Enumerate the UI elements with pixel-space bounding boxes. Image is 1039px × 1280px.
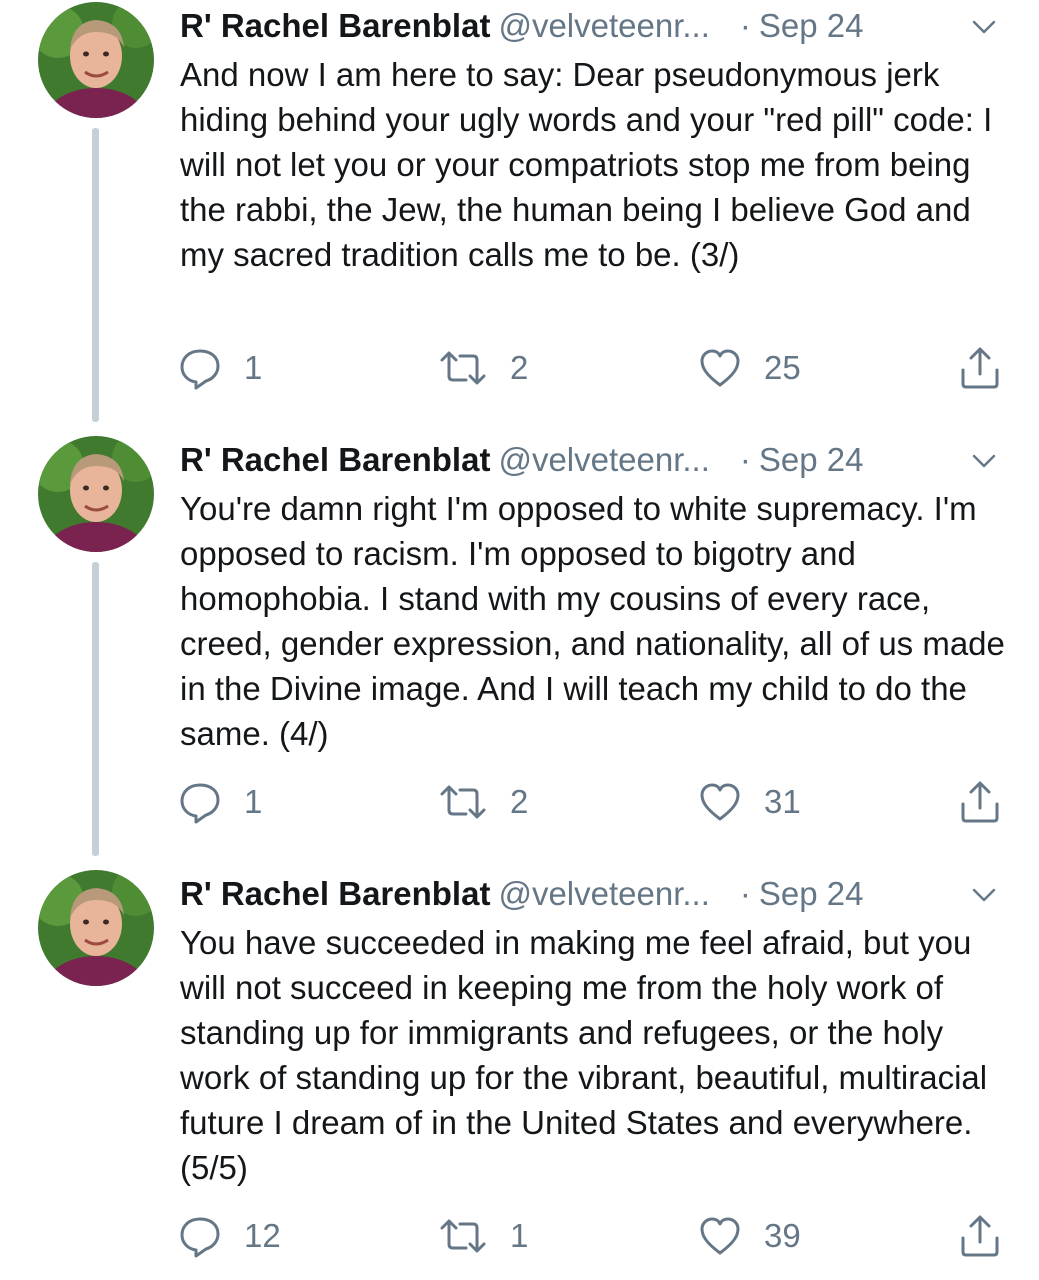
thread-line <box>92 128 99 422</box>
avatar[interactable] <box>38 436 154 552</box>
like-count: 31 <box>764 783 801 820</box>
reply-icon <box>180 783 220 824</box>
like-button[interactable]: 25 <box>698 344 801 392</box>
retweet-count: 1 <box>510 1217 529 1254</box>
separator-dot: · <box>739 441 751 478</box>
reply-count: 12 <box>244 1217 281 1254</box>
share-button[interactable] <box>958 1212 1002 1260</box>
tweet-header: R' Rachel Barenblat @velveteenr... · Sep 24 <box>180 872 1001 916</box>
heart-icon <box>700 783 740 821</box>
tweet-header: R' Rachel Barenblat @velveteenr... · Sep 24 <box>180 438 1001 482</box>
tweet-text: You're damn right I'm opposed to white s… <box>180 490 1005 752</box>
reply-button[interactable]: 12 <box>178 1212 281 1260</box>
heart-icon <box>700 1217 740 1255</box>
retweet-count: 2 <box>510 783 529 820</box>
author-handle[interactable]: @velveteenr... <box>498 441 709 478</box>
retweet-button[interactable]: 2 <box>438 778 528 826</box>
author-name[interactable]: R' Rachel Barenblat <box>180 7 490 44</box>
author-name[interactable]: R' Rachel Barenblat <box>180 875 490 912</box>
separator-dot: · <box>739 7 751 44</box>
chevron-down-icon[interactable] <box>969 446 999 476</box>
retweet-icon <box>440 1219 486 1253</box>
reply-count: 1 <box>244 349 263 386</box>
tweet[interactable]: R' Rachel Barenblat @velveteenr... · Sep 24… <box>0 434 1039 868</box>
tweet-header: R' Rachel Barenblat @velveteenr... · Sep 24 <box>180 4 1001 48</box>
avatar[interactable] <box>38 2 154 118</box>
avatar[interactable] <box>38 870 154 986</box>
like-count: 25 <box>764 349 801 386</box>
reply-button[interactable]: 1 <box>178 344 262 392</box>
share-button[interactable] <box>958 344 1002 392</box>
author-name[interactable]: R' Rachel Barenblat <box>180 441 490 478</box>
reply-button[interactable]: 1 <box>178 778 262 826</box>
share-icon <box>961 1215 999 1257</box>
retweet-count: 2 <box>510 349 529 386</box>
retweet-icon <box>440 351 486 385</box>
reply-icon <box>180 349 220 390</box>
tweet-actions: 1 2 31 <box>178 778 1008 826</box>
share-icon <box>961 781 999 823</box>
separator-dot: · <box>739 875 751 912</box>
tweet-date[interactable]: Sep 24 <box>759 875 864 912</box>
tweet-actions: 12 1 39 <box>178 1212 1008 1260</box>
like-button[interactable]: 31 <box>698 778 801 826</box>
author-handle[interactable]: @velveteenr... <box>498 875 709 912</box>
share-button[interactable] <box>958 778 1002 826</box>
thread-line <box>92 562 99 856</box>
tweet-text: And now I am here to say: Dear pseudonym… <box>180 56 993 273</box>
like-button[interactable]: 39 <box>698 1212 801 1260</box>
tweet-date[interactable]: Sep 24 <box>759 441 864 478</box>
chevron-down-icon[interactable] <box>969 12 999 42</box>
chevron-down-icon[interactable] <box>969 880 999 910</box>
tweet-text: You have succeeded in making me feel afr… <box>180 924 988 1186</box>
retweet-button[interactable]: 1 <box>438 1212 528 1260</box>
reply-count: 1 <box>244 783 263 820</box>
like-count: 39 <box>764 1217 801 1254</box>
heart-icon <box>700 349 740 387</box>
tweet[interactable]: R' Rachel Barenblat @velveteenr... · Sep 24… <box>0 0 1039 434</box>
share-icon <box>961 347 999 389</box>
tweet-actions: 1 2 25 <box>178 344 1008 392</box>
tweet[interactable]: R' Rachel Barenblat @velveteenr... · Sep 24… <box>0 868 1039 1280</box>
tweet-date[interactable]: Sep 24 <box>759 7 864 44</box>
retweet-icon <box>440 785 486 819</box>
reply-icon <box>180 1217 220 1258</box>
retweet-button[interactable]: 2 <box>438 344 528 392</box>
author-handle[interactable]: @velveteenr... <box>498 7 709 44</box>
